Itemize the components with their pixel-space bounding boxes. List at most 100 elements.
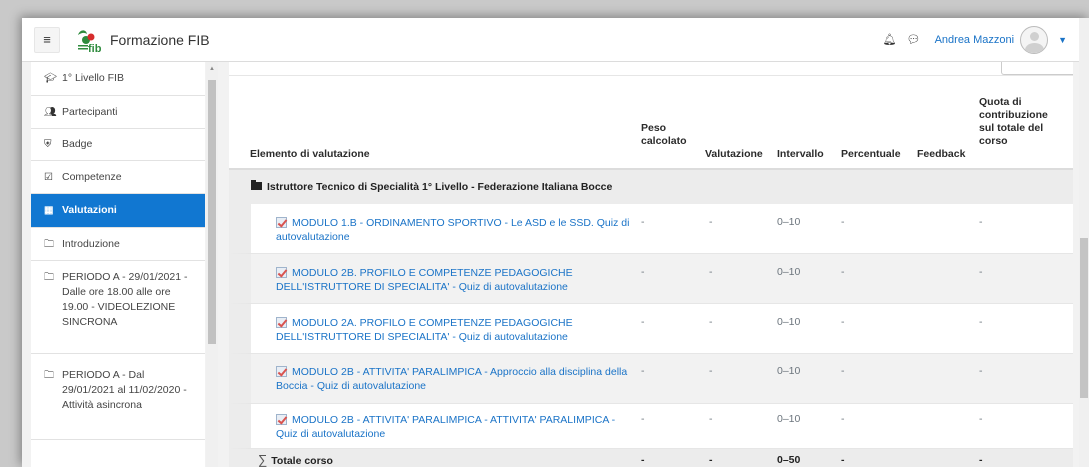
cell-contribution: - — [979, 266, 983, 278]
page-scrollbar[interactable] — [1079, 18, 1089, 467]
cell-contribution: - — [979, 454, 983, 466]
total-label: ∑ Totale corso — [258, 452, 333, 467]
chat-icon[interactable]: 💬︎ — [907, 33, 921, 46]
sidebar-item-course[interactable]: 🎓︎ 1° Livello FIB — [31, 62, 205, 96]
quiz-icon — [276, 366, 287, 377]
sidebar-item-label: PERIODO A - Dal 29/01/2021 al 11/02/2020… — [62, 369, 187, 411]
table-row: MODULO 2B - ATTIVITA' PARALIMPICA - ATTI… — [229, 404, 1073, 449]
grade-item-link[interactable]: MODULO 2B - ATTIVITA' PARALIMPICA - ATTI… — [276, 412, 636, 441]
cell-range: 0–10 — [777, 266, 801, 278]
cell-grade: - — [709, 365, 713, 377]
sidebar-item-participants[interactable]: 👥︎ Partecipanti — [31, 96, 205, 129]
quiz-icon — [276, 317, 287, 328]
course-navigation-drawer: 🎓︎ 1° Livello FIB 👥︎ Partecipanti ⛨ Badg… — [31, 62, 205, 467]
navbar: ≡ fib Formazione FIB 🔔︎ 💬︎ Andrea Mazzon… — [22, 18, 1089, 62]
table-row: MODULO 2B - ATTIVITA' PARALIMPICA - Appr… — [229, 354, 1073, 404]
folder-icon — [251, 180, 262, 190]
quiz-icon — [276, 267, 287, 278]
cell-percentage: - — [841, 216, 845, 228]
cell-weight: - — [641, 413, 645, 425]
cell-contribution: - — [979, 316, 983, 328]
sidebar-item-label: 1° Livello FIB — [62, 72, 124, 84]
sidebar-item-competencies[interactable]: ☑ Competenze — [31, 161, 205, 194]
cell-contribution: - — [979, 365, 983, 377]
table-icon: ▦ — [44, 205, 54, 216]
cell-weight: - — [641, 454, 645, 466]
column-header-item: Elemento di valutazione — [250, 148, 370, 160]
grade-item-name[interactable]: MODULO 2B - ATTIVITA' PARALIMPICA - ATTI… — [276, 414, 615, 440]
grade-item-link[interactable]: MODULO 2A. PROFILO E COMPETENZE PEDAGOGI… — [276, 315, 636, 344]
partial-button[interactable] — [1001, 62, 1073, 75]
chevron-down-icon[interactable]: ▼ — [1058, 35, 1067, 45]
column-header-range: Intervallo — [777, 148, 824, 160]
quiz-icon — [276, 414, 287, 425]
grade-item-link[interactable]: MODULO 2B - ATTIVITA' PARALIMPICA - Appr… — [276, 364, 636, 393]
divider — [229, 75, 1073, 76]
column-header-feedback: Feedback — [917, 148, 966, 160]
drawer-toggle-button[interactable]: ≡ — [34, 26, 60, 53]
sidebar-item-next[interactable] — [31, 440, 205, 467]
cell-percentage: - — [841, 454, 845, 466]
avatar[interactable] — [1020, 25, 1049, 54]
sidebar-item-label: Introduzione — [62, 237, 120, 250]
grade-item-name[interactable]: MODULO 2A. PROFILO E COMPETENZE PEDAGOGI… — [276, 317, 573, 343]
folder-icon: 🗀 — [44, 238, 54, 250]
sidebar-item-label: PERIODO A - 29/01/2021 - Dalle ore 18.00… — [62, 271, 188, 328]
total-text: Totale corso — [271, 455, 333, 467]
cell-weight: - — [641, 316, 645, 328]
sidebar-item-label: Valutazioni — [62, 204, 117, 216]
scroll-up-arrow-icon[interactable]: ▲ — [209, 66, 215, 72]
sidebar-scroll-thumb[interactable] — [208, 80, 216, 344]
sidebar-item-section-periodo-a-sync[interactable]: 🗀 PERIODO A - 29/01/2021 - Dalle ore 18.… — [31, 261, 205, 354]
users-icon: 👥︎ — [44, 106, 57, 118]
folder-icon: 🗀 — [44, 272, 54, 283]
category-row: Istruttore Tecnico di Specialità 1° Live… — [229, 170, 1073, 204]
column-header-contribution: Quota di contribuzione sul totale del co… — [979, 96, 1048, 147]
grade-item-name[interactable]: MODULO 2B. PROFILO E COMPETENZE PEDAGOGI… — [276, 267, 573, 293]
sidebar-item-section-periodo-a-async[interactable]: 🗀 PERIODO A - Dal 29/01/2021 al 11/02/20… — [31, 354, 205, 440]
grade-item-name[interactable]: MODULO 1.B - ORDINAMENTO SPORTIVO - Le A… — [276, 217, 629, 243]
cell-range: 0–10 — [777, 365, 801, 377]
shield-icon: ⛨ — [44, 139, 52, 150]
site-brand[interactable]: Formazione FIB — [110, 32, 210, 48]
svg-text:fib: fib — [88, 43, 102, 54]
grade-report-region: Elemento di valutazione Peso calcolato V… — [229, 62, 1073, 467]
cell-weight: - — [641, 365, 645, 377]
bell-icon[interactable]: 🔔︎ — [883, 33, 897, 46]
table-row: MODULO 2B. PROFILO E COMPETENZE PEDAGOGI… — [229, 254, 1073, 304]
table-row: MODULO 2A. PROFILO E COMPETENZE PEDAGOGI… — [229, 304, 1073, 354]
sidebar-item-badge[interactable]: ⛨ Badge — [31, 129, 205, 161]
sidebar-item-grades[interactable]: ▦ Valutazioni — [31, 194, 205, 228]
grade-item-name[interactable]: MODULO 2B - ATTIVITA' PARALIMPICA - Appr… — [276, 366, 627, 392]
cell-percentage: - — [841, 316, 845, 328]
column-header-grade: Valutazione — [705, 148, 763, 160]
category-label: Istruttore Tecnico di Specialità 1° Live… — [251, 180, 613, 193]
grade-item-link[interactable]: MODULO 1.B - ORDINAMENTO SPORTIVO - Le A… — [276, 215, 636, 244]
sidebar-scrollbar[interactable]: ▲ — [206, 62, 218, 467]
cell-range: 0–10 — [777, 316, 801, 328]
user-menu-name[interactable]: Andrea Mazzoni — [935, 34, 1015, 46]
browser-frame: ≡ fib Formazione FIB 🔔︎ 💬︎ Andrea Mazzon… — [22, 18, 1089, 467]
column-header-percentage: Percentuale — [841, 148, 901, 160]
course-total-row: ∑ Totale corso - - 0–50 - - — [229, 449, 1073, 467]
cell-percentage: - — [841, 266, 845, 278]
quiz-icon — [276, 217, 287, 228]
cell-grade: - — [709, 454, 713, 466]
category-name: Istruttore Tecnico di Specialità 1° Live… — [267, 181, 613, 193]
cell-range: 0–10 — [777, 413, 801, 425]
cell-grade: - — [709, 413, 713, 425]
page-scroll-thumb[interactable] — [1080, 238, 1088, 398]
grade-item-link[interactable]: MODULO 2B. PROFILO E COMPETENZE PEDAGOGI… — [276, 265, 636, 294]
sidebar-item-introduction[interactable]: 🗀 Introduzione — [31, 228, 205, 261]
cell-weight: - — [641, 216, 645, 228]
cell-percentage: - — [841, 413, 845, 425]
sigma-icon: ∑ — [258, 452, 268, 467]
cell-grade: - — [709, 216, 713, 228]
checkbox-icon: ☑ — [44, 171, 53, 183]
fib-logo: fib — [76, 26, 106, 55]
column-header-weight: Peso calcolato — [641, 122, 687, 147]
cell-weight: - — [641, 266, 645, 278]
cell-grade: - — [709, 316, 713, 328]
sidebar-item-label: Partecipanti — [62, 105, 118, 118]
sidebar-item-label: Competenze — [62, 170, 122, 183]
